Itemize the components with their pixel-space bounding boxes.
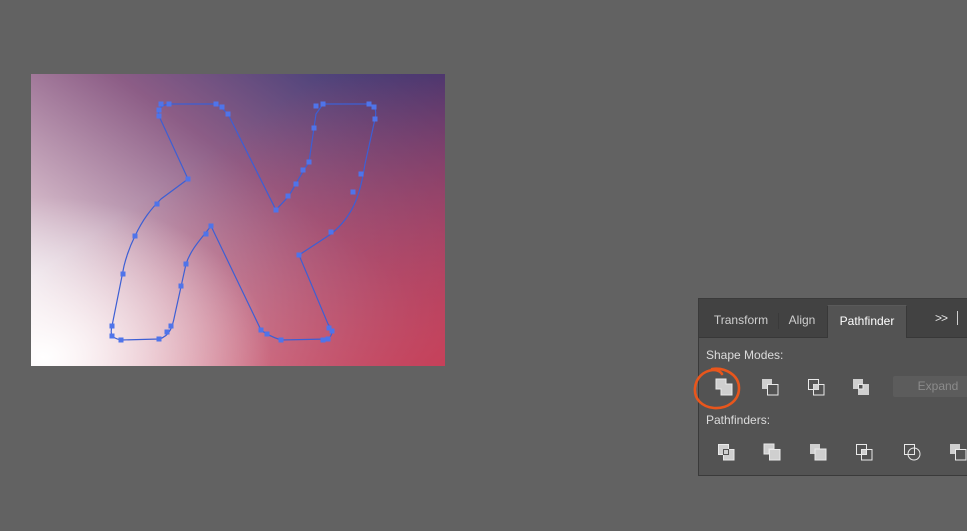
anchor-point[interactable] [132, 233, 138, 239]
anchor-point[interactable] [156, 336, 162, 342]
crop-icon [856, 444, 873, 461]
anchor-point[interactable] [366, 101, 372, 107]
anchor-point[interactable] [185, 176, 191, 182]
anchor-point[interactable] [358, 171, 364, 177]
anchor-point[interactable] [156, 107, 162, 113]
panel-menu-icon[interactable] [957, 311, 958, 325]
anchor-point[interactable] [219, 104, 225, 110]
anchor-point[interactable] [300, 167, 306, 173]
pathfinder-panel: Transform Align Pathfinder >> Shape Mode… [698, 298, 967, 476]
anchor-point[interactable] [328, 229, 334, 235]
anchor-point[interactable] [109, 323, 115, 329]
outline-button[interactable] [901, 441, 923, 463]
tab-pathfinder[interactable]: Pathfinder [827, 305, 907, 338]
anchor-point[interactable] [296, 252, 302, 258]
minus-front-icon [762, 379, 779, 396]
anchor-point[interactable] [183, 261, 189, 267]
anchor-point[interactable] [208, 223, 214, 229]
exclude-button[interactable] [850, 376, 872, 398]
artboard-canvas[interactable] [31, 74, 445, 366]
anchor-point[interactable] [264, 331, 270, 337]
tab-align[interactable]: Align [779, 305, 825, 337]
anchor-point[interactable] [329, 328, 335, 334]
anchor-point[interactable] [350, 189, 356, 195]
anchor-point[interactable] [225, 111, 231, 117]
anchor-point[interactable] [203, 231, 209, 237]
anchor-point[interactable] [118, 337, 124, 343]
divide-button[interactable] [715, 441, 737, 463]
anchor-point[interactable] [306, 159, 312, 165]
anchor-point[interactable] [154, 201, 160, 207]
panel-overflow-button[interactable]: >> [935, 311, 948, 325]
gradient-overlay-white [31, 74, 445, 366]
anchor-point[interactable] [372, 116, 378, 122]
anchor-point[interactable] [120, 271, 126, 277]
anchor-point[interactable] [325, 336, 331, 342]
crop-button[interactable] [853, 441, 875, 463]
minus-back-icon [950, 444, 967, 461]
tab-transform[interactable]: Transform [703, 305, 779, 337]
anchor-point[interactable] [164, 329, 170, 335]
anchor-point[interactable] [293, 181, 299, 187]
anchor-point[interactable] [313, 103, 319, 109]
anchor-point[interactable] [273, 207, 279, 213]
anchor-point[interactable] [156, 113, 162, 119]
intersect-button[interactable] [805, 376, 827, 398]
unite-icon [715, 378, 733, 396]
anchor-point[interactable] [311, 125, 317, 131]
shape-modes-label: Shape Modes: [706, 348, 784, 362]
anchor-point[interactable] [168, 323, 174, 329]
unite-button[interactable] [713, 376, 735, 398]
anchor-point[interactable] [320, 101, 326, 107]
anchor-point[interactable] [371, 104, 377, 110]
anchor-point[interactable] [285, 193, 291, 199]
panel-tab-bar: Transform Align Pathfinder >> [699, 299, 967, 338]
anchor-point[interactable] [258, 327, 264, 333]
trim-button[interactable] [761, 441, 783, 463]
anchor-point[interactable] [278, 337, 284, 343]
anchor-point[interactable] [158, 101, 164, 107]
expand-button[interactable]: Expand [893, 376, 967, 397]
pathfinders-label: Pathfinders: [706, 413, 771, 427]
anchor-point[interactable] [166, 101, 172, 107]
anchor-point[interactable] [213, 101, 219, 107]
divide-icon [718, 444, 735, 461]
minus-back-button[interactable] [947, 441, 967, 463]
intersect-icon [808, 379, 825, 396]
anchor-point[interactable] [178, 283, 184, 289]
merge-button[interactable] [807, 441, 829, 463]
artboard[interactable] [31, 74, 445, 366]
minus-front-button[interactable] [759, 376, 781, 398]
trim-icon [763, 443, 781, 461]
anchor-point[interactable] [109, 333, 115, 339]
outline-icon [904, 444, 921, 461]
exclude-icon [853, 379, 869, 395]
anchor-point[interactable] [320, 337, 326, 343]
merge-icon [810, 444, 827, 461]
